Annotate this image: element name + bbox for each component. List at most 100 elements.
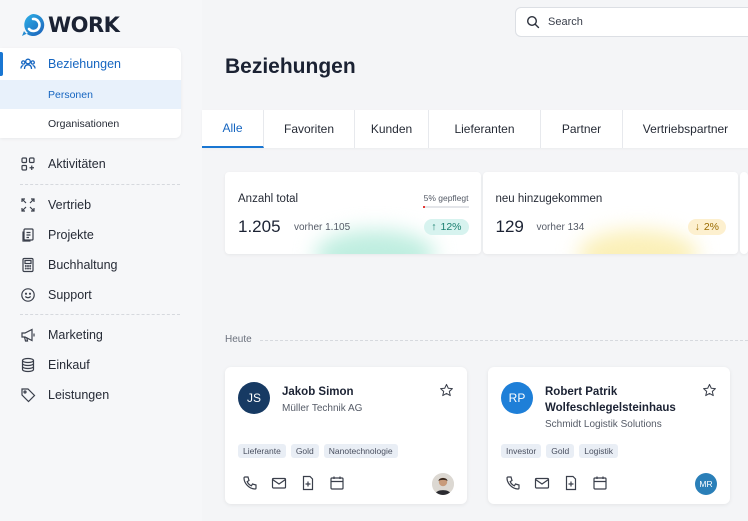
tab-bar: Alle Favoriten Kunden Lieferanten Partne… xyxy=(202,110,748,148)
calendar-icon[interactable] xyxy=(329,475,345,491)
sidebar-item-support[interactable]: Support xyxy=(0,280,181,310)
tag-list: Lieferante Gold Nanotechnologie xyxy=(238,444,398,458)
stats-row: Anzahl total 5% gepflegt 1.205 vorher 1.… xyxy=(225,172,748,254)
stat-trend-value: 12% xyxy=(440,221,462,233)
tab-vertriebspartner[interactable]: Vertriebspartner xyxy=(623,110,748,148)
person-photo-icon xyxy=(432,473,454,495)
arrow-up-icon: ↑ xyxy=(431,221,437,233)
star-icon[interactable] xyxy=(702,383,717,398)
stat-care-label: 5% gepflegt xyxy=(423,193,469,203)
card-actions xyxy=(242,475,345,491)
sidebar-item-label: Aktivitäten xyxy=(48,157,106,171)
tag: Logistik xyxy=(579,444,619,458)
tag: Lieferante xyxy=(238,444,286,458)
divider xyxy=(20,184,180,185)
nav-group-beziehungen: Beziehungen Personen Organisationen xyxy=(0,48,181,138)
contact-card[interactable]: RP Robert Patrik Wolfeschlegelsteinhaus … xyxy=(488,367,730,504)
nav-section-2: Vertrieb Projekte Buchhaltung Support xyxy=(0,190,181,310)
tab-lieferanten[interactable]: Lieferanten xyxy=(429,110,541,148)
tab-alle[interactable]: Alle xyxy=(202,110,264,148)
stat-glow xyxy=(315,230,435,254)
avatar: RP xyxy=(501,382,533,414)
search-icon xyxy=(526,15,540,29)
contact-name[interactable]: Jakob Simon xyxy=(282,384,432,400)
sidebar-item-marketing[interactable]: Marketing xyxy=(0,320,181,350)
mail-icon[interactable] xyxy=(534,475,550,491)
sidebar-subitem-organisationen[interactable]: Organisationen xyxy=(0,109,181,138)
sidebar-item-beziehungen[interactable]: Beziehungen xyxy=(0,48,181,80)
divider xyxy=(20,314,180,315)
stat-card-new[interactable]: neu hinzugekommen 129 vorher 134 ↓ 2% xyxy=(482,172,738,254)
tag: Gold xyxy=(290,444,319,458)
sidebar-item-label: Buchhaltung xyxy=(48,258,118,272)
tag: Gold xyxy=(546,444,575,458)
care-progress-fill xyxy=(422,206,425,208)
grid-add-icon xyxy=(20,156,36,172)
avatar: JS xyxy=(238,382,270,414)
contact-company: Müller Technik AG xyxy=(282,403,363,414)
tag: Investor xyxy=(501,444,542,458)
logo-text: WORK xyxy=(48,13,120,37)
stat-previous: vorher 134 xyxy=(536,222,585,233)
logo[interactable]: WORK xyxy=(20,12,120,38)
documents-icon xyxy=(20,227,36,243)
contact-card[interactable]: JS Jakob Simon Müller Technik AG Liefera… xyxy=(225,367,467,504)
sidebar-item-label: Marketing xyxy=(48,328,103,342)
sidebar-subitem-personen[interactable]: Personen xyxy=(0,80,181,109)
add-document-icon[interactable] xyxy=(563,475,579,491)
nav-section-3: Marketing Einkauf Leistungen xyxy=(0,320,181,410)
sidebar-item-label: Beziehungen xyxy=(48,57,121,71)
tag-icon xyxy=(20,387,36,403)
phone-icon[interactable] xyxy=(242,475,258,491)
stat-previous: vorher 1.105 xyxy=(294,222,351,233)
database-icon xyxy=(20,357,36,373)
stat-card-total[interactable]: Anzahl total 5% gepflegt 1.205 vorher 1.… xyxy=(225,172,481,254)
stat-label: neu hinzugekommen xyxy=(495,193,603,205)
logo-icon xyxy=(22,13,45,36)
stat-trend-badge: ↓ 2% xyxy=(687,219,726,235)
search-box[interactable] xyxy=(515,7,748,37)
tab-favoriten[interactable]: Favoriten xyxy=(264,110,355,148)
page-title: Beziehungen xyxy=(225,55,356,78)
owner-avatar[interactable] xyxy=(432,473,454,495)
contact-name[interactable]: Robert Patrik Wolfeschlegelsteinhaus xyxy=(545,384,695,416)
calendar-icon[interactable] xyxy=(592,475,608,491)
tab-kunden[interactable]: Kunden xyxy=(355,110,429,148)
smiley-icon xyxy=(20,287,36,303)
nav-section-1: Aktivitäten xyxy=(0,149,181,179)
star-icon[interactable] xyxy=(439,383,454,398)
megaphone-icon xyxy=(20,327,36,343)
stat-trend-value: 2% xyxy=(703,221,719,233)
sidebar: WORK Beziehungen Personen Organisationen… xyxy=(0,0,202,521)
card-actions xyxy=(505,475,608,491)
expand-icon xyxy=(20,197,36,213)
sidebar-item-label: Leistungen xyxy=(48,388,110,402)
stat-value: 129 xyxy=(495,217,524,236)
tag-list: Investor Gold Logistik xyxy=(501,444,619,458)
sidebar-item-label: Vertrieb xyxy=(48,198,92,212)
main-content: Beziehungen Alle Favoriten Kunden Liefer… xyxy=(202,0,748,521)
tab-partner[interactable]: Partner xyxy=(541,110,623,148)
contact-company: Schmidt Logistik Solutions xyxy=(545,419,662,430)
sidebar-item-einkauf[interactable]: Einkauf xyxy=(0,350,181,380)
section-divider xyxy=(260,340,748,341)
mail-icon[interactable] xyxy=(271,475,287,491)
sidebar-item-aktivitaeten[interactable]: Aktivitäten xyxy=(0,149,181,179)
stat-glow xyxy=(577,230,698,254)
sidebar-item-projekte[interactable]: Projekte xyxy=(0,220,181,250)
sidebar-item-buchhaltung[interactable]: Buchhaltung xyxy=(0,250,181,280)
stat-label: Anzahl total xyxy=(238,193,299,205)
tag: Nanotechnologie xyxy=(323,444,398,458)
stat-trend-badge: ↑ 12% xyxy=(424,219,469,235)
sidebar-item-leistungen[interactable]: Leistungen xyxy=(0,380,181,410)
stat-card-partial xyxy=(740,172,748,254)
people-icon xyxy=(20,56,36,72)
arrow-down-icon: ↓ xyxy=(694,221,700,233)
phone-icon[interactable] xyxy=(505,475,521,491)
add-document-icon[interactable] xyxy=(300,475,316,491)
search-input[interactable] xyxy=(548,16,728,28)
sidebar-item-label: Support xyxy=(48,288,92,302)
owner-avatar[interactable]: MR xyxy=(695,473,717,495)
stat-value: 1.205 xyxy=(238,217,281,236)
sidebar-item-vertrieb[interactable]: Vertrieb xyxy=(0,190,181,220)
